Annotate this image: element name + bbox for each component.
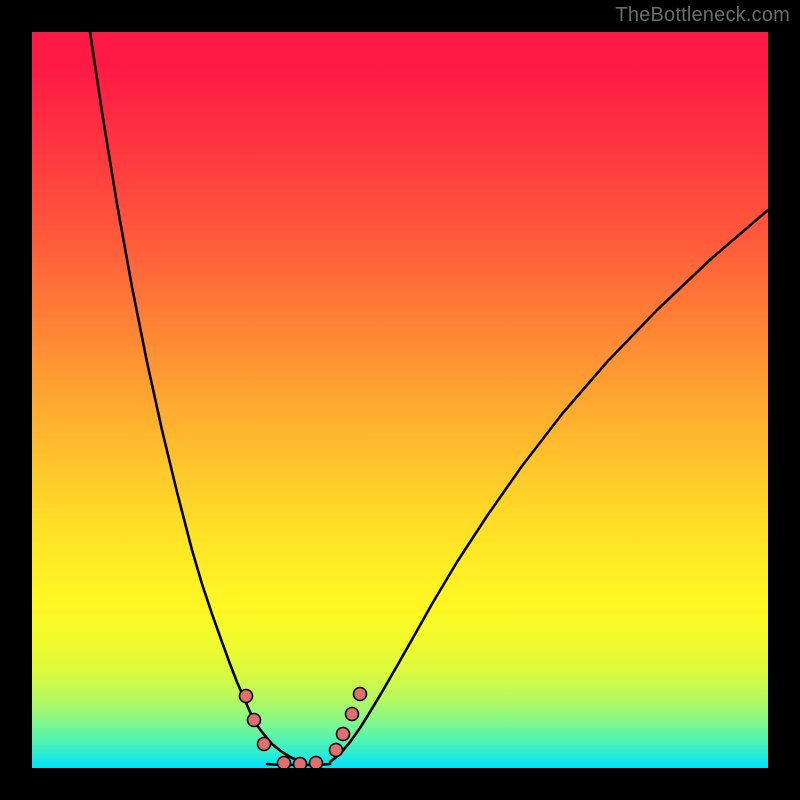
dot-floor-b <box>294 758 307 769</box>
dot-floor-a <box>278 757 291 769</box>
dot-right-c <box>346 708 359 721</box>
watermark-text: TheBottleneck.com <box>615 4 790 27</box>
series-right-curve <box>330 210 768 762</box>
dot-right-b <box>337 728 350 741</box>
dot-left-b <box>248 714 261 727</box>
dot-left-c <box>258 738 271 751</box>
chart-frame: TheBottleneck.com <box>0 0 800 800</box>
dot-left-a <box>240 690 253 703</box>
dot-floor-c <box>310 757 323 769</box>
dot-right-d <box>354 688 367 701</box>
curves-svg <box>32 32 768 768</box>
plot-area <box>32 32 768 768</box>
dot-right-a <box>330 744 343 757</box>
series-left-curve <box>90 32 304 762</box>
